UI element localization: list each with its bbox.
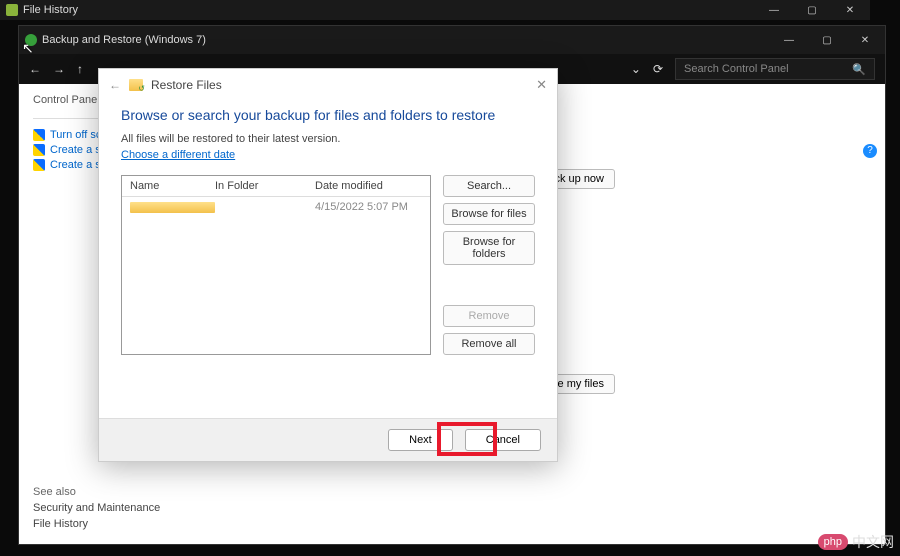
watermark-text: 中文网 <box>852 532 894 552</box>
col-name[interactable]: Name <box>130 180 215 192</box>
next-button[interactable]: Next <box>388 429 453 451</box>
side-buttons: Search... Browse for files Browse for fo… <box>443 175 535 355</box>
list-item[interactable]: 4/15/2022 5:07 PM <box>122 197 430 217</box>
up-button[interactable]: ↑ <box>77 62 83 76</box>
search-button[interactable]: Search... <box>443 175 535 197</box>
cancel-button[interactable]: Cancel <box>465 429 541 451</box>
see-also-file-history[interactable]: File History <box>33 518 160 530</box>
search-placeholder: Search Control Panel <box>684 63 789 75</box>
shield-icon <box>33 129 45 141</box>
window-title: Backup and Restore (Windows 7) <box>42 34 206 46</box>
remove-button[interactable]: Remove <box>443 305 535 327</box>
maximize-button[interactable]: ▢ <box>798 5 826 16</box>
dialog-heading: Browse or search your backup for files a… <box>121 107 535 123</box>
cursor-icon: ↖ <box>22 40 34 57</box>
back-button[interactable]: ← <box>29 62 41 76</box>
col-folder[interactable]: In Folder <box>215 180 315 192</box>
minimize-button[interactable]: — <box>775 35 803 46</box>
watermark: php 中文网 <box>818 532 894 552</box>
dropdown-icon[interactable]: ⌄ <box>631 62 641 76</box>
browse-files-button[interactable]: Browse for files <box>443 203 535 225</box>
close-icon[interactable]: ✕ <box>536 77 547 93</box>
restore-files-dialog: ← ↺ Restore Files ✕ Browse or search you… <box>98 68 558 462</box>
file-history-window: File History — ▢ ✕ <box>0 0 870 20</box>
refresh-button[interactable]: ⟳ <box>653 62 663 76</box>
search-input[interactable]: Search Control Panel 🔍 <box>675 58 875 80</box>
search-icon: 🔍 <box>852 63 866 76</box>
see-also-security[interactable]: Security and Maintenance <box>33 502 160 514</box>
shield-icon <box>33 144 45 156</box>
maximize-button[interactable]: ▢ <box>813 35 841 46</box>
file-history-title: File History <box>23 4 78 16</box>
see-also-heading: See also <box>33 486 76 498</box>
folder-icon <box>6 4 18 16</box>
dialog-title: Restore Files <box>151 78 222 92</box>
remove-all-button[interactable]: Remove all <box>443 333 535 355</box>
list-header: Name In Folder Date modified <box>122 176 430 197</box>
title-bar: Backup and Restore (Windows 7) — ▢ ✕ <box>19 26 885 54</box>
folder-refresh-icon: ↺ <box>129 79 143 91</box>
see-also-section: See also Security and Maintenance File H… <box>33 486 160 534</box>
choose-date-link[interactable]: Choose a different date <box>121 149 235 161</box>
close-button[interactable]: ✕ <box>836 5 864 16</box>
close-button[interactable]: ✕ <box>851 35 879 46</box>
minimize-button[interactable]: — <box>760 5 788 16</box>
forward-button[interactable]: → <box>53 62 65 76</box>
window-controls: — ▢ ✕ <box>760 5 864 16</box>
col-modified[interactable]: Date modified <box>315 180 422 192</box>
back-arrow-icon[interactable]: ← <box>109 78 121 92</box>
dialog-footer: Next Cancel <box>99 418 557 461</box>
row-date: 4/15/2022 5:07 PM <box>315 201 422 213</box>
file-list[interactable]: Name In Folder Date modified 4/15/2022 5… <box>121 175 431 355</box>
folder-icon <box>130 202 215 213</box>
dialog-subtext: All files will be restored to their late… <box>121 133 535 145</box>
shield-icon <box>33 159 45 171</box>
window-controls: — ▢ ✕ <box>775 35 879 46</box>
php-badge: php <box>818 534 848 550</box>
browse-folders-button[interactable]: Browse for folders <box>443 231 535 265</box>
dialog-header: ← ↺ Restore Files ✕ <box>99 69 557 101</box>
